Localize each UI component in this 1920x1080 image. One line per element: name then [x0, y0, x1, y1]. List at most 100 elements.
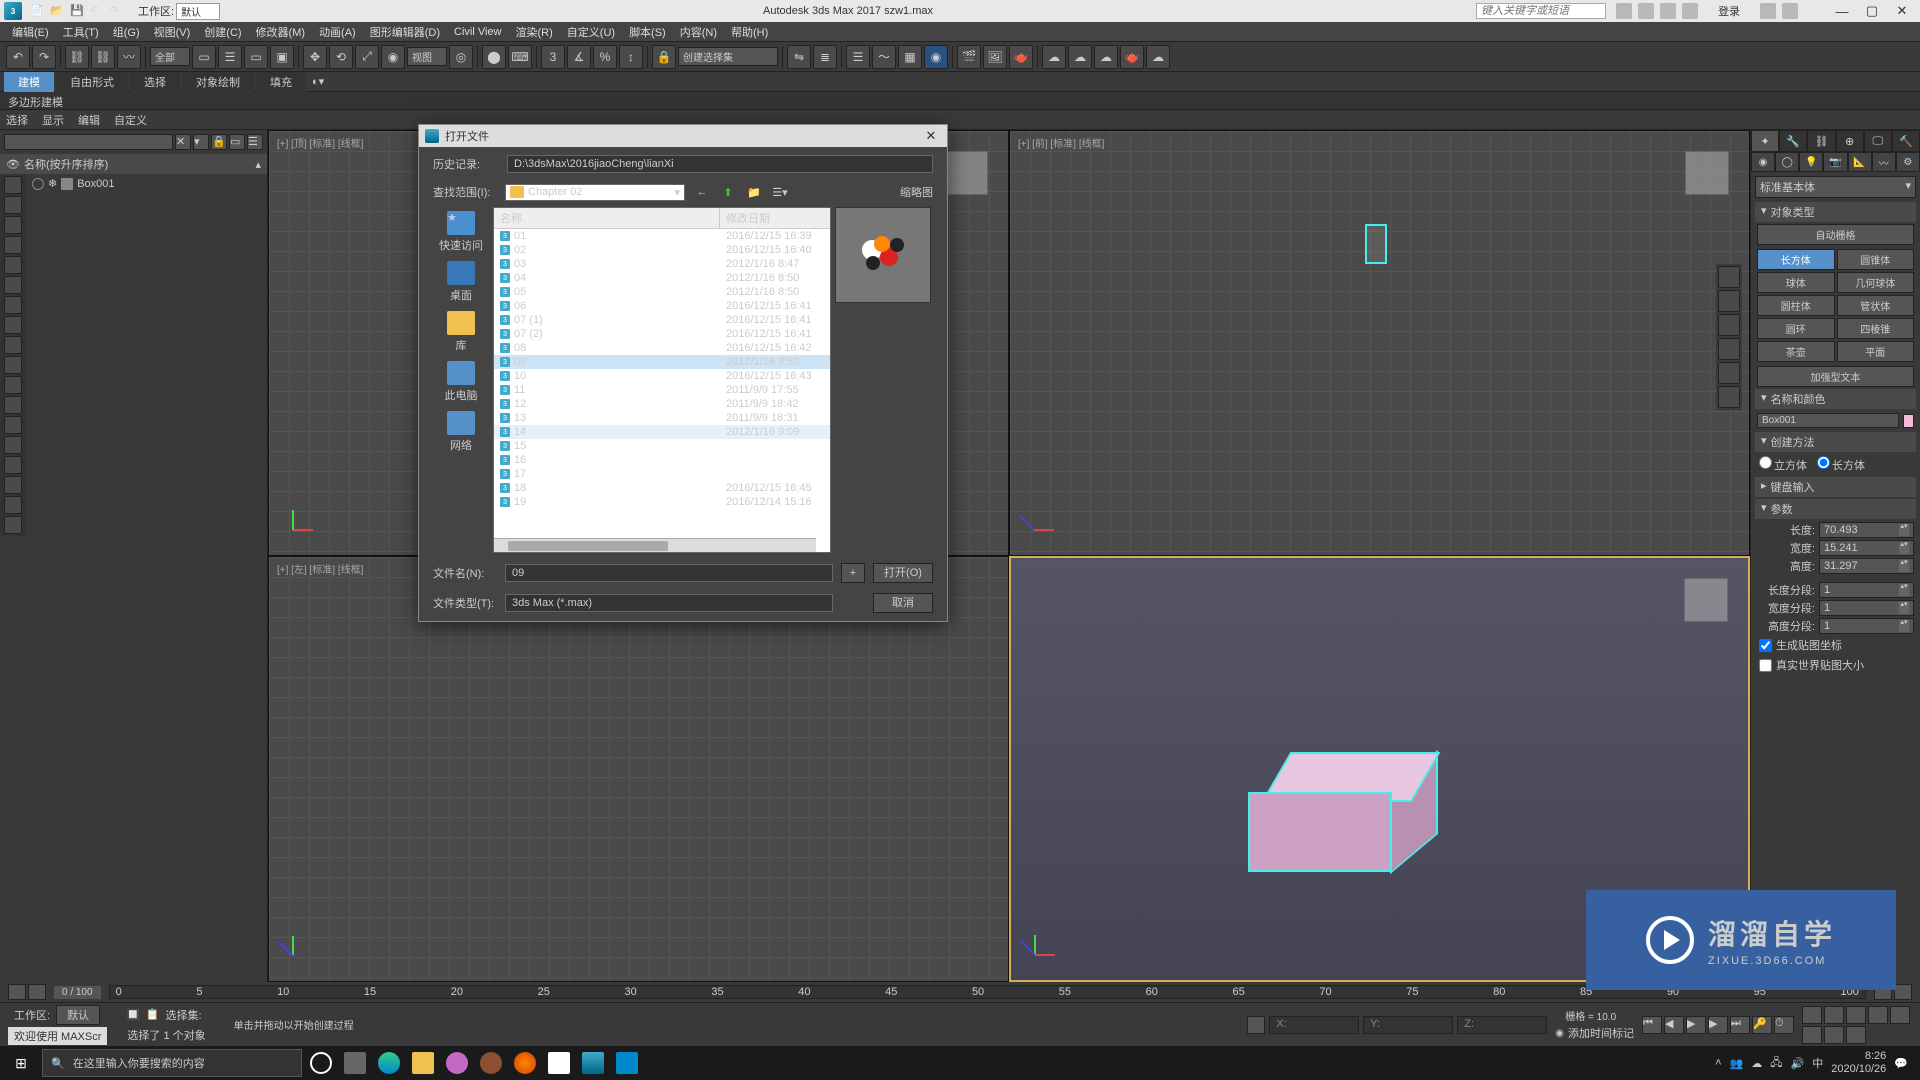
ribbon-edit[interactable]: 编辑 — [78, 112, 100, 128]
prim-plane[interactable]: 平面 — [1837, 341, 1915, 362]
task-view-icon[interactable] — [340, 1048, 370, 1078]
place-quick[interactable]: ★快速访问 — [439, 211, 483, 253]
modify-tab[interactable]: 🔧 — [1779, 130, 1807, 152]
window-crossing-button[interactable]: ▣ — [270, 45, 294, 69]
prim-geosphere[interactable]: 几何球体 — [1837, 272, 1915, 293]
newfolder-icon[interactable]: 📁 — [745, 183, 763, 201]
shape-filter-icon[interactable] — [4, 196, 22, 214]
create-tab[interactable]: ✦ — [1751, 130, 1779, 152]
lseg-spinner[interactable]: 1▴▾ — [1819, 582, 1914, 598]
link-button[interactable]: ⛓ — [65, 45, 89, 69]
object-name-input[interactable] — [1757, 413, 1899, 428]
box001-mesh[interactable] — [1276, 752, 1446, 882]
viewport-top-label[interactable]: [+] [顶] [标准] [线框] — [277, 135, 363, 150]
prim-sphere[interactable]: 球体 — [1757, 272, 1835, 293]
width-spinner[interactable]: 15.241▴▾ — [1819, 540, 1914, 556]
goto-start-icon[interactable]: ⏮ — [1642, 1016, 1662, 1034]
hseg-spinner[interactable]: 1▴▾ — [1819, 618, 1914, 634]
menu-modifiers[interactable]: 修改器(M) — [250, 22, 312, 42]
k-filter-icon[interactable] — [4, 516, 22, 534]
shapes-subtab[interactable]: ◯ — [1775, 152, 1799, 172]
login-link[interactable]: 登录 — [1718, 3, 1740, 19]
timeline-d-icon[interactable] — [1894, 984, 1912, 1000]
vp-add-icon[interactable] — [1718, 266, 1740, 288]
task-cortana[interactable] — [306, 1048, 336, 1078]
filter-b-icon[interactable]: ☰ — [247, 134, 263, 150]
systems-subtab[interactable]: ⚙ — [1896, 152, 1920, 172]
ribbon-tab-freeform[interactable]: 自由形式 — [56, 72, 128, 92]
prim-textplus[interactable]: 加强型文本 — [1757, 366, 1914, 387]
create-box-radio[interactable]: 长方体 — [1817, 456, 1865, 473]
user-icon[interactable] — [1682, 3, 1698, 19]
scene-filter-input[interactable] — [4, 134, 173, 150]
redo-button[interactable]: ↷ — [32, 45, 56, 69]
rollout-object-type[interactable]: ▾对象类型 — [1755, 202, 1916, 222]
prim-pyramid[interactable]: 四棱锥 — [1837, 318, 1915, 339]
hierarchy-tab[interactable]: ⛓ — [1807, 130, 1835, 152]
place-pc[interactable]: 此电脑 — [445, 361, 478, 403]
h-filter-icon[interactable] — [4, 456, 22, 474]
motion-tab[interactable]: ⊕ — [1836, 130, 1864, 152]
qa-undo-icon[interactable]: ↶ — [90, 4, 104, 18]
timeline-view-b-icon[interactable] — [28, 984, 46, 1000]
tray-people-icon[interactable]: 👥 — [1730, 1057, 1744, 1070]
menu-customize[interactable]: 自定义(U) — [561, 22, 621, 42]
filetype-combo[interactable]: 3ds Max (*.max) — [505, 594, 833, 612]
tray-notif-icon[interactable]: 💬 — [1894, 1057, 1908, 1070]
file-row[interactable]: 3012016/12/15 16:39 — [494, 229, 830, 243]
maximize-button[interactable]: ▢ — [1858, 2, 1886, 20]
length-spinner[interactable]: 70.493▴▾ — [1819, 522, 1914, 538]
info-icon[interactable] — [1760, 3, 1776, 19]
freeze-icon[interactable]: ❄ — [48, 177, 57, 190]
geom-subtab[interactable]: ◉ — [1751, 152, 1775, 172]
filter-select-icon[interactable]: ▾ — [193, 134, 209, 150]
prim-torus[interactable]: 圆环 — [1757, 318, 1835, 339]
time-config-icon[interactable]: ⏱ — [1774, 1016, 1794, 1034]
taskbar-search[interactable]: 🔍 在这里输入你要搜索的内容 — [42, 1049, 302, 1077]
spinner-snap-button[interactable]: ↕ — [619, 45, 643, 69]
file-row[interactable]: 3062016/12/15 16:41 — [494, 299, 830, 313]
spacewarp-subtab[interactable]: 〰 — [1872, 152, 1896, 172]
play-icon[interactable]: ▶ — [1686, 1016, 1706, 1034]
move-button[interactable]: ✥ — [303, 45, 327, 69]
task-app3[interactable] — [544, 1048, 574, 1078]
curve-editor-button[interactable]: 〜 — [872, 45, 896, 69]
cameras-subtab[interactable]: 📷 — [1823, 152, 1847, 172]
filter-lock-icon[interactable]: 🔒 — [211, 134, 227, 150]
menu-content[interactable]: 内容(N) — [674, 22, 723, 42]
visibility-icon[interactable] — [32, 178, 44, 190]
start-button[interactable]: ⊞ — [4, 1048, 38, 1078]
gen-map-check[interactable]: 生成贴图坐标 — [1751, 635, 1920, 655]
create-cube-radio[interactable]: 立方体 — [1759, 456, 1807, 473]
b-filter-icon[interactable] — [4, 336, 22, 354]
rollout-create-method[interactable]: ▾创建方法 — [1755, 432, 1916, 452]
mirror-button[interactable]: ⇋ — [787, 45, 811, 69]
file-row[interactable]: 3192016/12/14 15:16 — [494, 495, 830, 509]
utilities-tab[interactable]: 🔨 — [1892, 130, 1920, 152]
ribbon-collapse-icon[interactable]: ◐▾ — [308, 73, 328, 90]
task-explorer[interactable] — [408, 1048, 438, 1078]
ribbon-tab-objpaint[interactable]: 对象绘制 — [182, 72, 254, 92]
render-a-button[interactable]: ☁ — [1042, 45, 1066, 69]
render-e-button[interactable]: ☁ — [1146, 45, 1170, 69]
autogrid-check[interactable]: 自动栅格 — [1757, 224, 1914, 245]
selection-filter-combo[interactable]: 全部 — [150, 47, 190, 66]
tray-ime-icon[interactable]: 中 — [1812, 1055, 1823, 1071]
i-filter-icon[interactable] — [4, 476, 22, 494]
percent-snap-button[interactable]: % — [593, 45, 617, 69]
maxscript-mini[interactable]: 欢迎使用 MAXScr — [8, 1027, 107, 1045]
place-desktop[interactable]: 桌面 — [447, 261, 475, 303]
ribbon-custom[interactable]: 自定义 — [114, 112, 147, 128]
rollout-params[interactable]: ▾参数 — [1755, 499, 1916, 519]
snap-toggle-button[interactable]: 3 — [541, 45, 565, 69]
goto-end-icon[interactable]: ⏭ — [1730, 1016, 1750, 1034]
tray-vol-icon[interactable]: 🔊 — [1791, 1057, 1805, 1070]
max-toggle-icon[interactable] — [1846, 1026, 1866, 1044]
zoom-extents-all-icon[interactable] — [1868, 1006, 1888, 1024]
ribbon-tab-modeling[interactable]: 建模 — [4, 72, 54, 92]
display-tab[interactable]: 🖵 — [1864, 130, 1892, 152]
pivot-button[interactable]: ◎ — [449, 45, 473, 69]
selection-lock-button[interactable]: 🔒 — [652, 45, 676, 69]
lock-selection-icon[interactable] — [1247, 1016, 1265, 1034]
open-button[interactable]: 打开(O) — [873, 563, 933, 583]
